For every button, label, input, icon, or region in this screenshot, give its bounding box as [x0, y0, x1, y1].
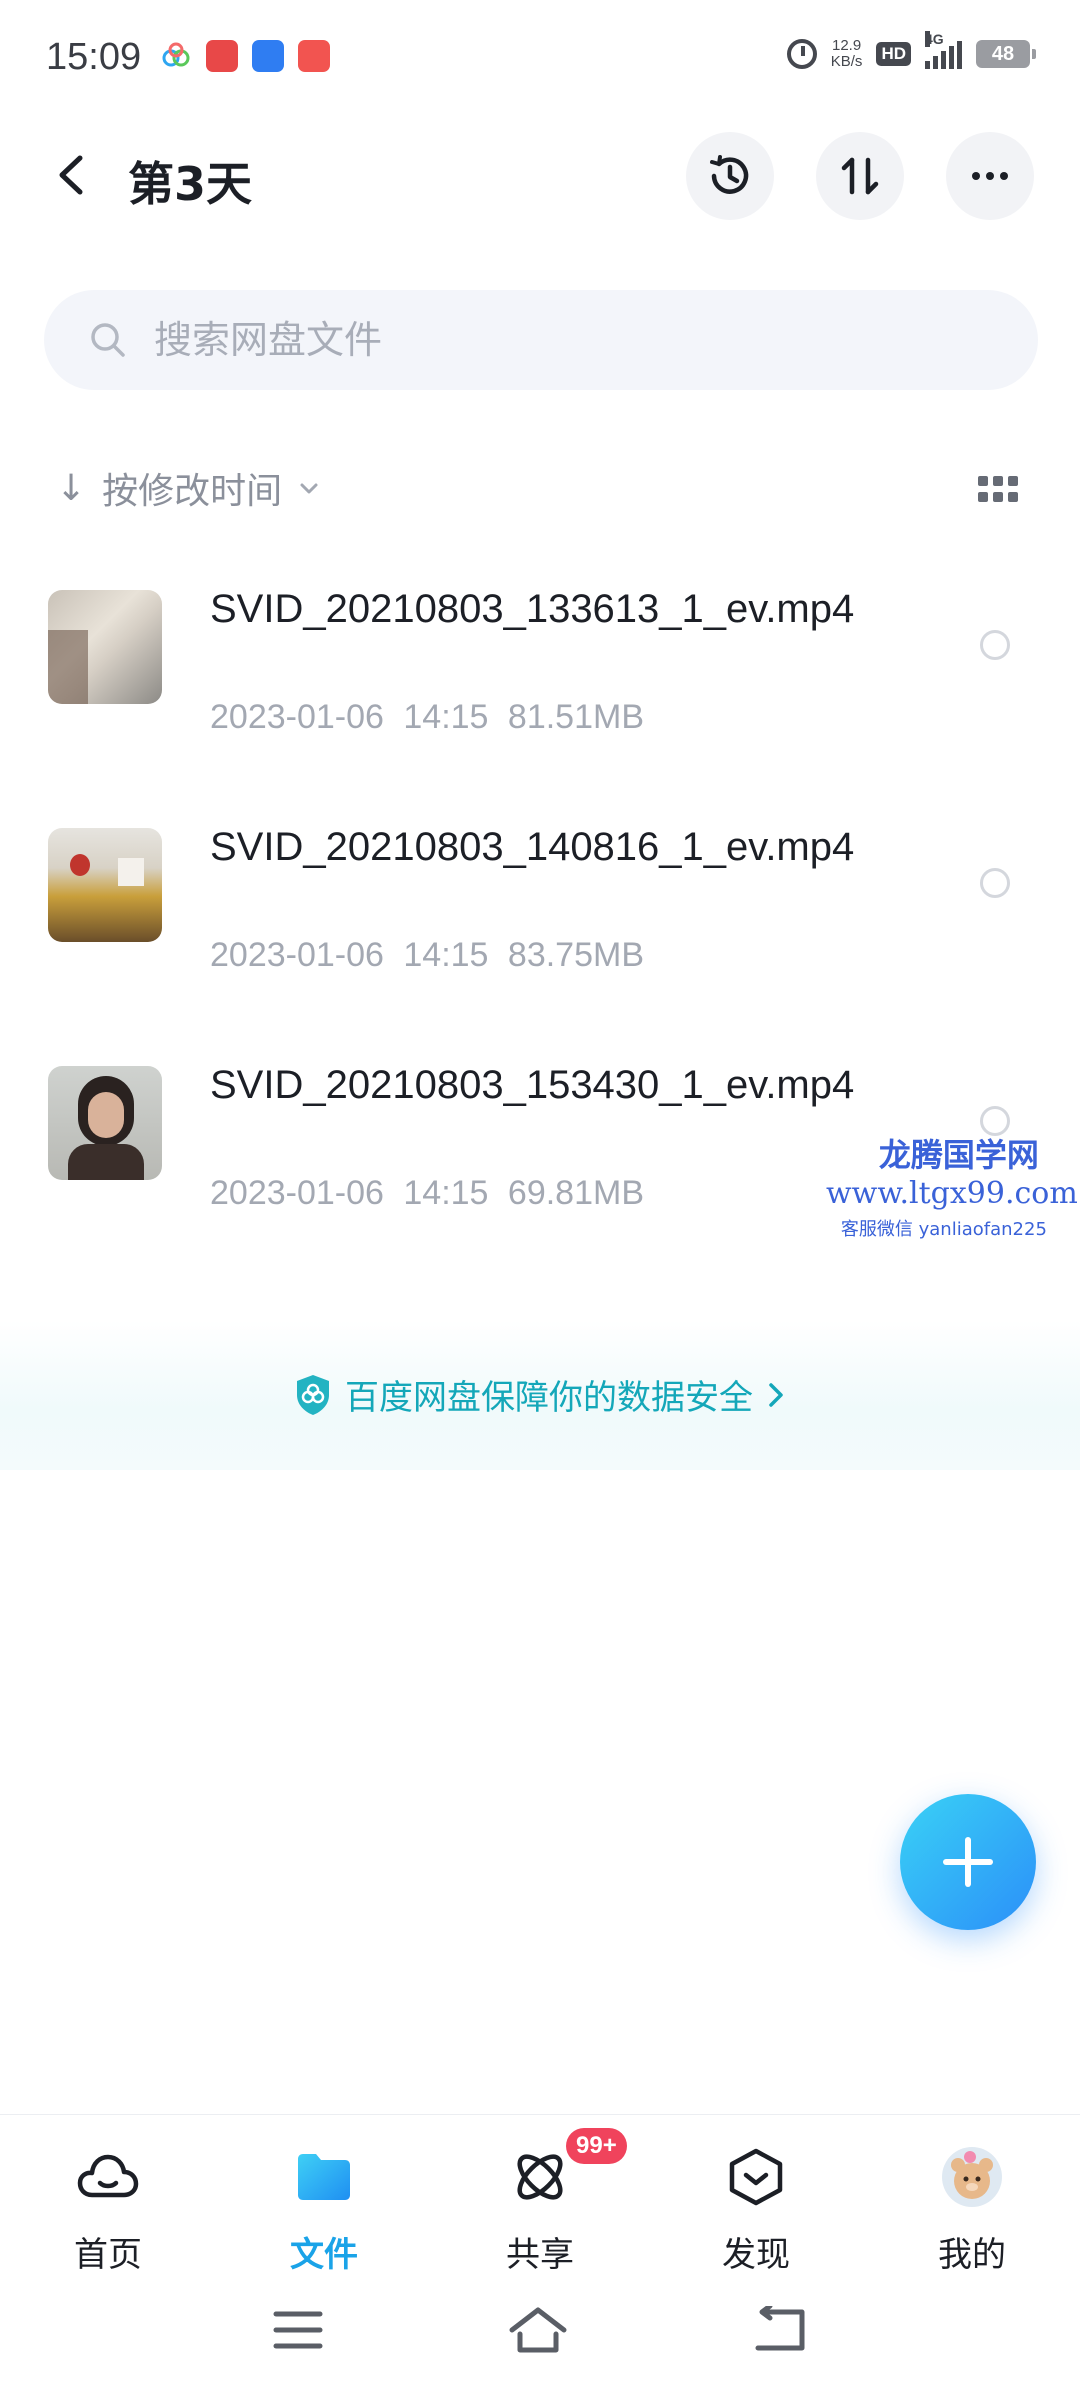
- file-time: 14:15: [403, 936, 489, 974]
- more-dots-icon: [972, 172, 1008, 180]
- battery-icon: 48: [976, 40, 1036, 68]
- file-size: 69.81MB: [507, 1174, 645, 1212]
- status-time: 15:09: [46, 36, 142, 78]
- watermark-contact: 客服微信 yanliaofan225: [840, 1219, 1047, 1240]
- menu-icon[interactable]: [272, 2308, 324, 2352]
- video-thumbnail: [48, 828, 162, 942]
- arrow-down-icon: ↓: [56, 467, 87, 509]
- tab-label: 发现: [722, 2235, 790, 2275]
- list-item[interactable]: SVID_20210803_133613_1_ev.mp4 2023-01-06…: [0, 587, 1080, 826]
- tab-label: 文件: [290, 2235, 358, 2275]
- chevron-down-icon: [300, 483, 318, 494]
- select-radio[interactable]: [980, 868, 1010, 898]
- tab-label: 我的: [938, 2235, 1006, 2275]
- file-meta: 2023-01-06 14:15 81.51MB: [210, 698, 644, 737]
- shield-icon: [297, 1374, 329, 1415]
- file-size: 81.51MB: [507, 698, 645, 736]
- status-app-icons: [160, 40, 330, 72]
- file-time: 14:15: [403, 698, 489, 736]
- system-navigation-bar: [0, 2290, 1080, 2400]
- video-thumbnail: [48, 1066, 162, 1180]
- list-item[interactable]: SVID_20210803_140816_1_ev.mp4 2023-01-06…: [0, 825, 1080, 1064]
- speed-unit: KB/s: [830, 53, 863, 70]
- orange-app-icon: [298, 40, 330, 72]
- baidu-netdisk-app-icon: [160, 40, 192, 72]
- tab-profile[interactable]: 我的: [864, 2115, 1080, 2285]
- home-icon[interactable]: [508, 2304, 568, 2356]
- watermark-title: 龙腾国学网: [878, 1136, 1039, 1174]
- plus-icon: [943, 1837, 993, 1887]
- alarm-icon: [786, 39, 817, 69]
- grid-view-icon[interactable]: [978, 476, 1018, 502]
- network-speed: 12.9 KB/s: [831, 38, 863, 70]
- status-indicators: 12.9 KB/s HD 4G 48: [786, 31, 1036, 70]
- video-thumbnail: [48, 590, 162, 704]
- discover-box-icon: [729, 2148, 783, 2206]
- security-banner[interactable]: 百度网盘保障你的数据安全: [0, 1320, 1080, 1470]
- red-app-icon: [206, 40, 238, 72]
- chevron-right-icon: [769, 1382, 783, 1407]
- watermark-url: www.ltgx99.com: [826, 1176, 1078, 1211]
- chevron-left-icon: [59, 155, 83, 195]
- sort-toggle-button[interactable]: [816, 132, 904, 220]
- blue-app-icon: [252, 40, 284, 72]
- tab-home[interactable]: 首页: [0, 2115, 216, 2285]
- hd-badge: HD: [876, 42, 911, 66]
- file-time: 14:15: [403, 1174, 489, 1212]
- file-meta: 2023-01-06 14:15 69.81MB: [210, 1174, 644, 1213]
- cloud-icon: [77, 2154, 139, 2198]
- sort-selector[interactable]: ↓ 按修改时间: [56, 462, 320, 514]
- history-clock-icon: [710, 155, 749, 194]
- back-button[interactable]: [52, 150, 92, 200]
- file-name: SVID_20210803_153430_1_ev.mp4: [210, 1063, 855, 1107]
- file-date: 2023-01-06: [210, 1174, 384, 1212]
- tab-label: 首页: [74, 2235, 142, 2275]
- more-options-button[interactable]: [946, 132, 1034, 220]
- file-name: SVID_20210803_140816_1_ev.mp4: [210, 825, 855, 869]
- select-radio[interactable]: [980, 630, 1010, 660]
- history-button[interactable]: [686, 132, 774, 220]
- search-bar[interactable]: [44, 290, 1038, 390]
- sort-label: 按修改时间: [102, 471, 283, 512]
- sort-arrows-icon: [841, 157, 879, 195]
- banner-text: 百度网盘保障你的数据安全: [345, 1378, 753, 1418]
- add-button[interactable]: [900, 1794, 1036, 1930]
- file-date: 2023-01-06: [210, 698, 384, 736]
- file-date: 2023-01-06: [210, 936, 384, 974]
- tab-label: 共享: [506, 2235, 574, 2275]
- back-gesture-icon[interactable]: [752, 2306, 808, 2354]
- bottom-navigation: 首页 文件 共享 发现 我的: [0, 2114, 1080, 2285]
- share-atom-icon: [517, 2154, 563, 2200]
- file-meta: 2023-01-06 14:15 83.75MB: [210, 936, 644, 975]
- folder-icon: [298, 2154, 350, 2200]
- avatar-icon: [942, 2147, 1002, 2207]
- search-icon: [91, 323, 125, 357]
- network-type: 4G: [925, 31, 944, 47]
- signal-icon: 4G: [925, 31, 962, 69]
- file-name: SVID_20210803_133613_1_ev.mp4: [210, 587, 855, 631]
- notification-badge: 99+: [566, 2128, 627, 2164]
- search-input[interactable]: [152, 317, 956, 363]
- page-title: 第3天: [128, 157, 253, 211]
- watermark: 龙腾国学网 www.ltgx99.com 客服微信 yanliaofan225: [826, 1130, 1078, 1241]
- speed-value: 12.9: [831, 37, 862, 54]
- file-size: 83.75MB: [507, 936, 645, 974]
- tab-discover[interactable]: 发现: [648, 2115, 864, 2285]
- tab-files[interactable]: 文件: [216, 2115, 432, 2285]
